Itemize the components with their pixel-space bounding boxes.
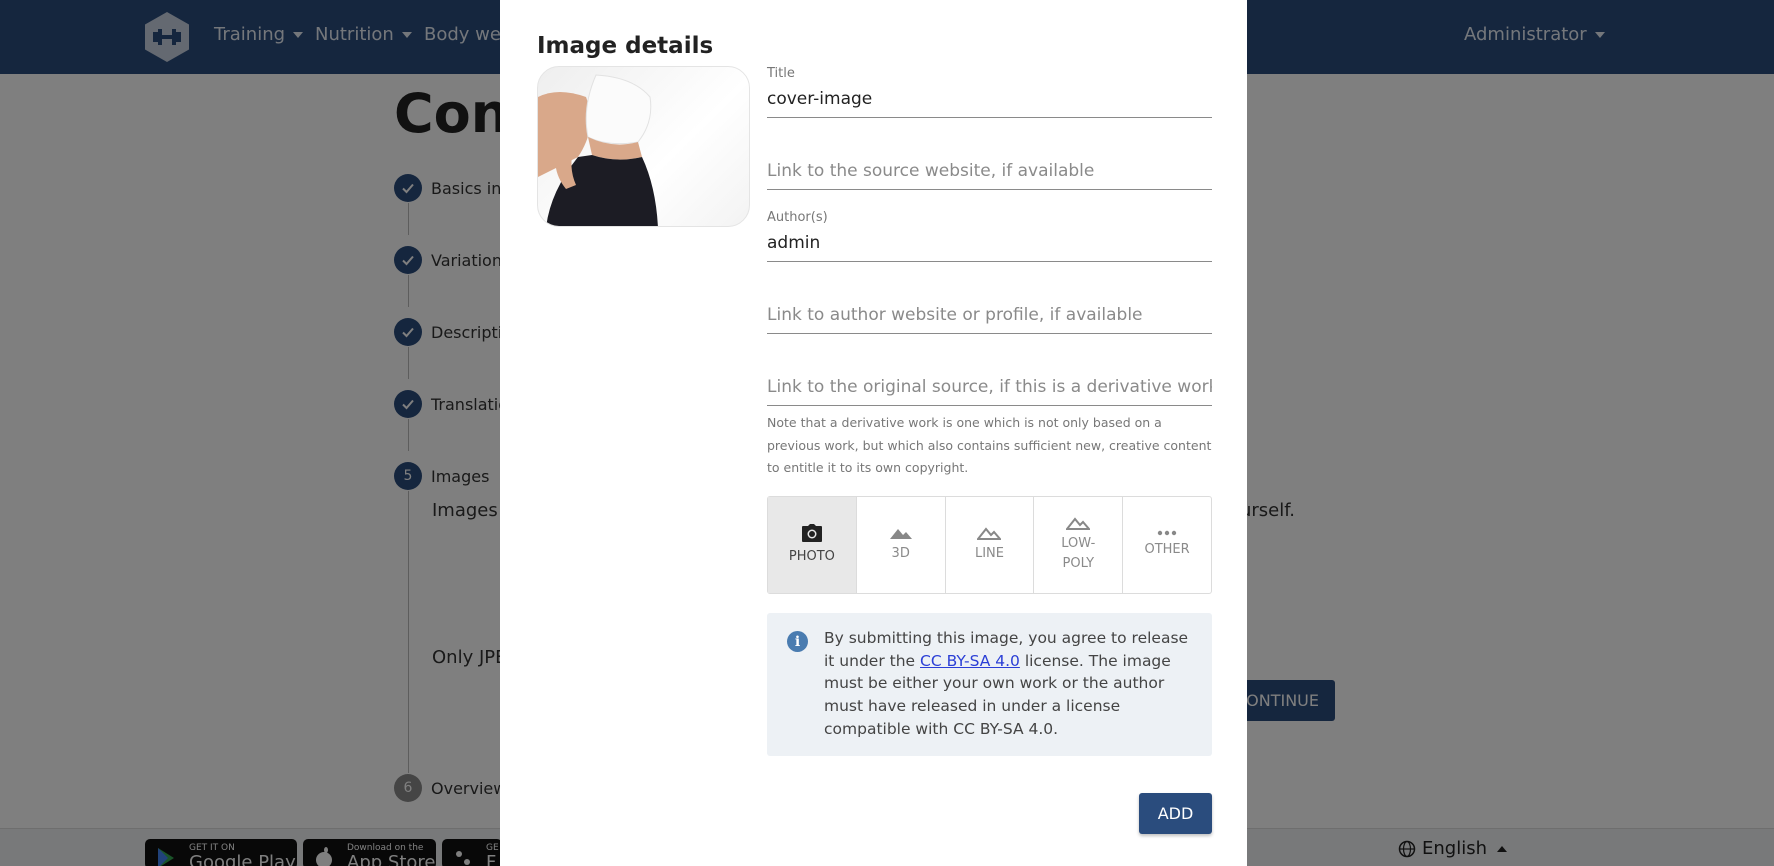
derivative-source-field[interactable] bbox=[767, 354, 1212, 406]
source-link-input[interactable] bbox=[767, 161, 1212, 181]
source-link-field[interactable] bbox=[767, 138, 1212, 190]
derivative-work-note: Note that a derivative work is one which… bbox=[767, 415, 1212, 475]
dialog-title: Image details bbox=[537, 33, 714, 59]
style-option-line[interactable]: LINE bbox=[946, 497, 1035, 593]
style-option-photo[interactable]: PHOTO bbox=[768, 497, 857, 593]
more-dots-icon bbox=[1157, 530, 1177, 536]
camera-icon bbox=[801, 524, 822, 542]
add-button[interactable]: ADD bbox=[1139, 793, 1212, 834]
authors-input[interactable] bbox=[767, 233, 1212, 253]
info-icon: i bbox=[787, 631, 808, 652]
license-text: By submitting this image, you agree to r… bbox=[824, 629, 1189, 738]
mountain-outline-icon bbox=[977, 527, 1002, 540]
mountain-outline-icon bbox=[1066, 517, 1091, 530]
image-details-dialog: Image details Title Author(s) Note that … bbox=[500, 0, 1247, 866]
title-input[interactable] bbox=[767, 89, 1212, 109]
style-option-other[interactable]: OTHER bbox=[1123, 497, 1211, 593]
license-info-alert: i By submitting this image, you agree to… bbox=[767, 613, 1212, 756]
style-option-3d[interactable]: 3D bbox=[857, 497, 946, 593]
fitness-photo bbox=[538, 74, 658, 226]
style-option-low-poly[interactable]: LOW- POLY bbox=[1034, 497, 1124, 593]
authors-field[interactable]: Author(s) bbox=[767, 210, 1212, 262]
author-link-field[interactable] bbox=[767, 282, 1212, 334]
author-link-input[interactable] bbox=[767, 305, 1212, 325]
title-field[interactable]: Title bbox=[767, 66, 1212, 118]
mountain-icon bbox=[889, 529, 912, 539]
derivative-source-input[interactable] bbox=[767, 377, 1212, 397]
image-preview bbox=[537, 66, 750, 227]
license-link[interactable]: CC BY-SA 4.0 bbox=[920, 652, 1020, 670]
image-style-selector: PHOTO 3D LINE LOW- POLY OTHER bbox=[767, 496, 1212, 594]
